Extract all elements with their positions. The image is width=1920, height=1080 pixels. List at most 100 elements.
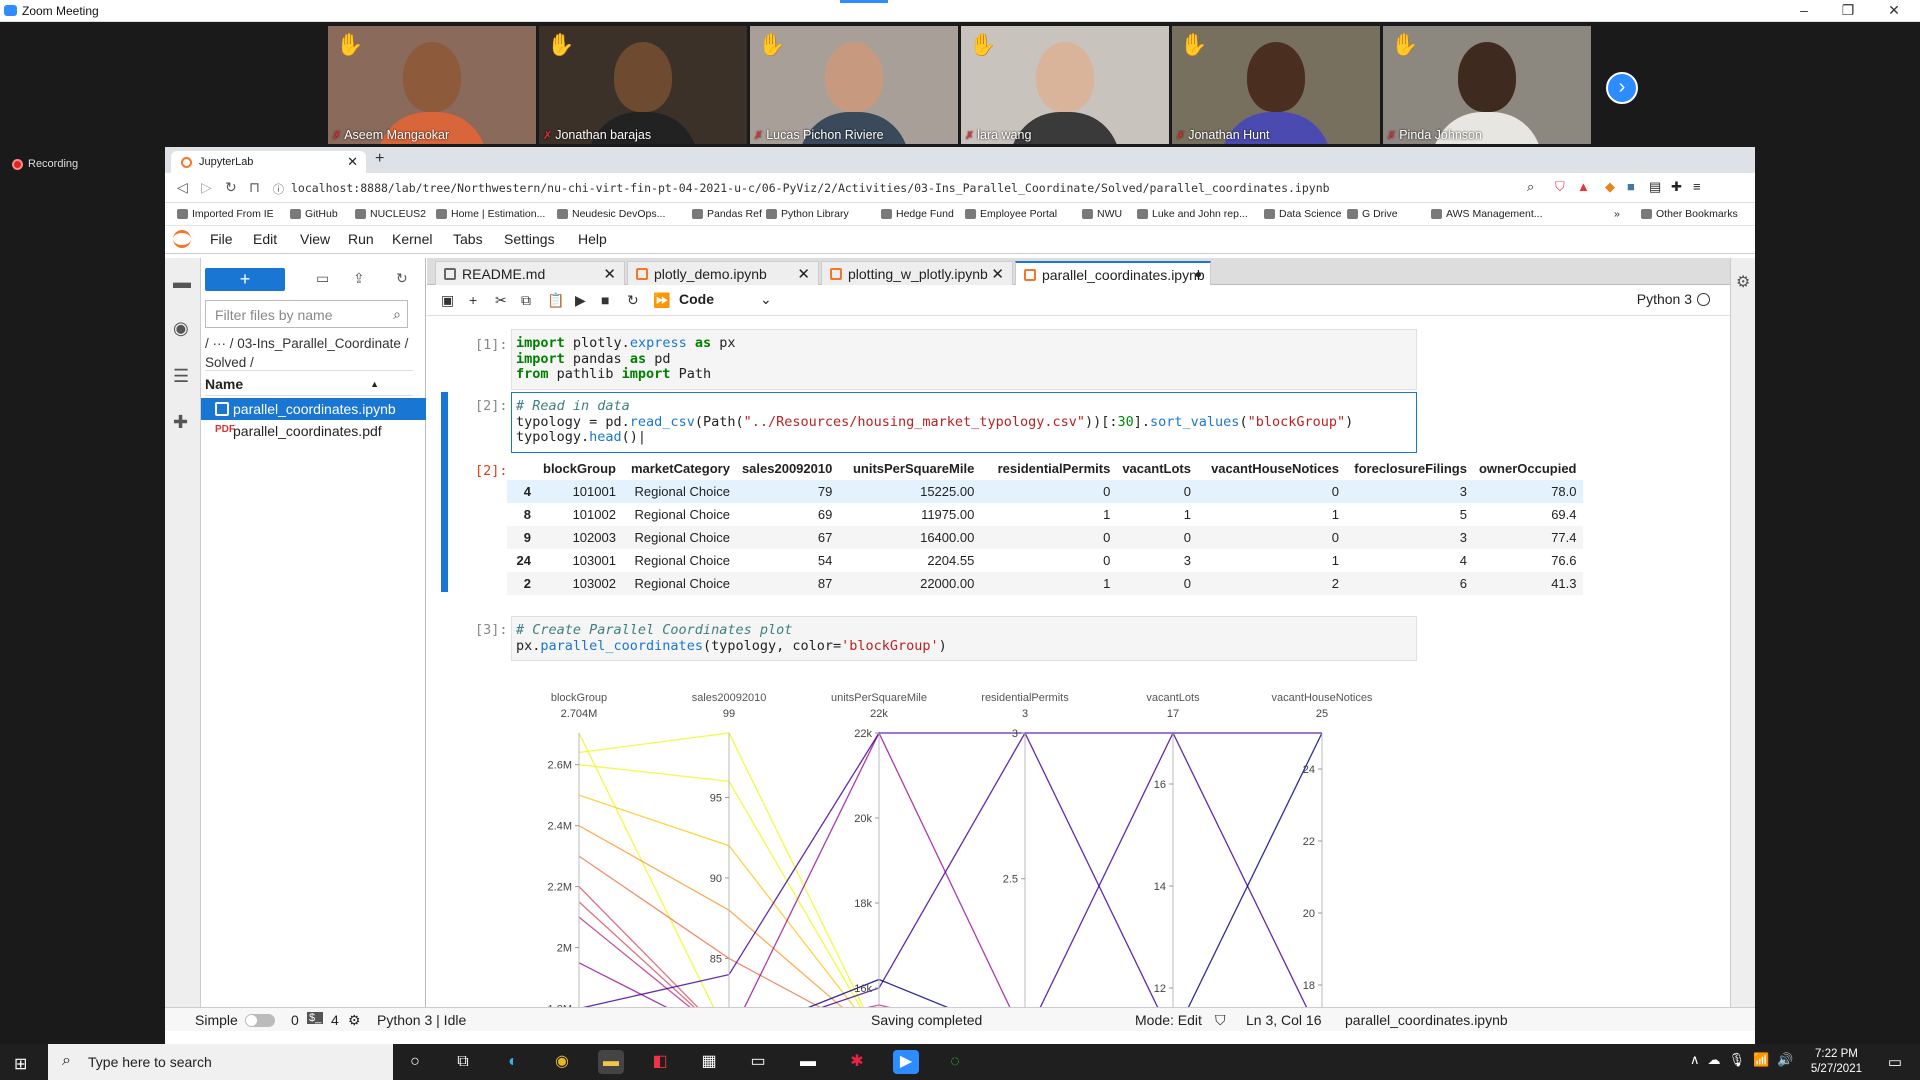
menu-item-help[interactable]: Help [578,231,607,247]
tab-readme[interactable]: README.md ✕ [435,261,625,285]
cortana-icon[interactable]: ○ [402,1050,428,1074]
tab-plotly-demo[interactable]: plotly_demo.ipynb ✕ [627,261,819,285]
extension-manager-icon[interactable]: ✚ [173,412,188,433]
participant-tile[interactable]: ✋ ✗ Aseem Mangaokar [328,26,536,144]
close-icon[interactable]: ✕ [1879,2,1909,19]
zoom-app-icon[interactable]: ▶ [893,1050,919,1074]
cell-type-select[interactable]: Code ⌄ [679,291,772,308]
slack-icon[interactable]: ✱ [844,1050,870,1074]
taskbar-search-input[interactable]: ⌕ Type here to search [48,1044,393,1080]
jupyter-app-icon[interactable]: ◌ [942,1050,968,1074]
participant-tile[interactable]: ✋ ✗ lara wang [961,26,1169,144]
paste-icon[interactable]: 📋 [547,292,564,309]
close-tab-icon[interactable]: ✕ [603,265,616,283]
menu-item-view[interactable]: View [300,231,330,247]
file-item-pdf[interactable]: PDF parallel_coordinates.pdf [201,420,426,442]
participant-tile[interactable]: ✋ ✗ Lucas Pichon Riviere [750,26,958,144]
save-icon[interactable]: ▣ [441,292,454,309]
participant-tile[interactable]: ✋ ✗ Pinda Johnson [1383,26,1591,144]
zoom-lens-icon[interactable]: ⌕ [1527,179,1534,195]
menu-item-run[interactable]: Run [348,231,374,247]
participant-tile[interactable]: ✋ ✗ Jonathan Hunt [1172,26,1380,144]
brave-rewards-icon[interactable]: ▲ [1577,179,1590,194]
windows-start-icon[interactable]: ⊞ [14,1054,27,1074]
tab-plotting-w-plotly[interactable]: plotting_w_plotly.ipynb ✕ [821,261,1013,285]
menu-item-settings[interactable]: Settings [504,231,555,247]
bookmark-item[interactable]: Neudesic DevOps... [557,208,665,220]
restore-icon[interactable]: ❐ [1833,2,1863,19]
bookmark-item[interactable]: Home | Estimation... [436,208,545,220]
next-page-icon[interactable]: › [1606,72,1638,104]
new-tab-icon[interactable]: + [375,150,384,168]
property-inspector-icon[interactable]: ⚙ [1736,272,1750,292]
url-field[interactable]: localhost:8888/lab/tree/Northwestern/nu-… [291,181,1330,195]
run-icon[interactable]: ▶ [575,292,586,309]
other-bookmarks[interactable]: Other Bookmarks [1641,208,1738,220]
kernel-status[interactable]: Python 3 | Idle [377,1012,466,1028]
active-cell-bar[interactable] [441,392,448,592]
bookmark-item[interactable]: G Drive [1347,208,1398,220]
upload-icon[interactable]: ⇪ [353,270,365,287]
toc-icon[interactable]: ☰ [173,366,189,387]
code-editor[interactable]: import plotly.express as px import panda… [511,329,1417,390]
calculator-icon[interactable]: ▦ [696,1050,722,1074]
bookmarks-overflow[interactable]: » [1614,208,1620,220]
bookmark-item[interactable]: Luke and John rep... [1137,208,1248,220]
restart-icon[interactable]: ↻ [627,292,639,309]
close-tab-icon[interactable]: ✕ [797,265,810,283]
taskbar-clock[interactable]: 7:22 PM 5/27/2021 [1811,1047,1862,1077]
code-editor[interactable]: # Read in data typology = pd.read_csv(Pa… [511,392,1417,453]
menu-item-file[interactable]: File [210,231,233,247]
name-column-header[interactable]: Name ▲ [205,370,413,396]
close-tab-icon[interactable]: ✕ [991,265,1004,283]
bookmark-item[interactable]: Hedge Fund [881,208,954,220]
interrupt-icon[interactable]: ■ [601,292,609,308]
puzzle-icon[interactable]: ✚ [1671,179,1682,195]
browser-tab-jupyterlab[interactable]: JupyterLab ✕ [171,151,366,173]
code-editor[interactable]: # Create Parallel Coordinates plot px.pa… [511,616,1417,661]
breadcrumb[interactable]: / ··· / 03-Ins_Parallel_Coordinate / Sol… [205,334,415,372]
site-info-icon[interactable]: ⓘ [273,181,284,197]
chrome-icon[interactable]: ◉ [549,1050,575,1074]
filter-files-input[interactable]: Filter files by name ⌕ [205,300,408,328]
bookmark-item[interactable]: NUCLEUS2 [355,208,426,220]
brave-shield-icon[interactable]: ⛉ [1555,179,1565,195]
bookmark-item[interactable]: GitHub [290,208,338,220]
new-launcher-button[interactable]: + [205,268,285,291]
new-folder-icon[interactable]: ▭ [316,270,329,287]
folder-icon[interactable]: ▬ [173,272,191,293]
menu-item-edit[interactable]: Edit [253,231,277,247]
copy-icon[interactable]: ⧉ [521,292,531,309]
menu-icon[interactable]: ≡ [1693,179,1701,194]
bookmark-item[interactable]: Pandas Ref [692,208,762,220]
file-item-notebook[interactable]: parallel_coordinates.ipynb [201,398,426,420]
bookmark-icon[interactable]: ⊓ [249,179,260,196]
refresh-icon[interactable]: ↻ [396,270,408,287]
menu-item-tabs[interactable]: Tabs [453,231,483,247]
cut-icon[interactable]: ✂ [495,292,507,309]
tab-parallel-coordinates[interactable]: parallel_coordinates.ipynb ● [1015,261,1211,285]
translate-icon[interactable]: ■ [1627,179,1635,194]
close-tab-icon[interactable]: ✕ [347,154,358,170]
bookmark-item[interactable]: Data Science [1264,208,1341,220]
terminal-app-icon[interactable]: ▭ [745,1050,771,1074]
simple-mode-toggle[interactable] [245,1012,275,1028]
bookmark-item[interactable]: Imported From IE [177,208,274,220]
bookmark-item[interactable]: Python Library [766,208,849,220]
bookmark-item[interactable]: AWS Management... [1431,208,1542,220]
minimize-icon[interactable]: – [1789,2,1819,18]
cursor-position[interactable]: Ln 3, Col 16 [1246,1012,1322,1028]
metamask-icon[interactable]: ◆ [1605,179,1615,195]
bookmark-item[interactable]: NWU [1082,208,1122,220]
notifications-icon[interactable]: ▭ [1888,1053,1902,1071]
unsaved-dot-icon[interactable]: ● [1195,267,1202,281]
menu-item-kernel[interactable]: Kernel [392,231,432,247]
extension-icon[interactable]: ▤ [1649,179,1661,195]
participant-tile[interactable]: ✋ ✗ Jonathan barajas [539,26,747,144]
office-icon[interactable]: ◧ [647,1050,673,1074]
forward-icon[interactable]: ▷ [201,179,212,196]
task-view-icon[interactable]: ⧉ [450,1050,476,1074]
kernel-gear-icon[interactable]: ⚙ [348,1012,361,1029]
terminal-icon[interactable]: $_ [307,1012,324,1024]
bookmark-item[interactable]: Employee Portal [965,208,1057,220]
